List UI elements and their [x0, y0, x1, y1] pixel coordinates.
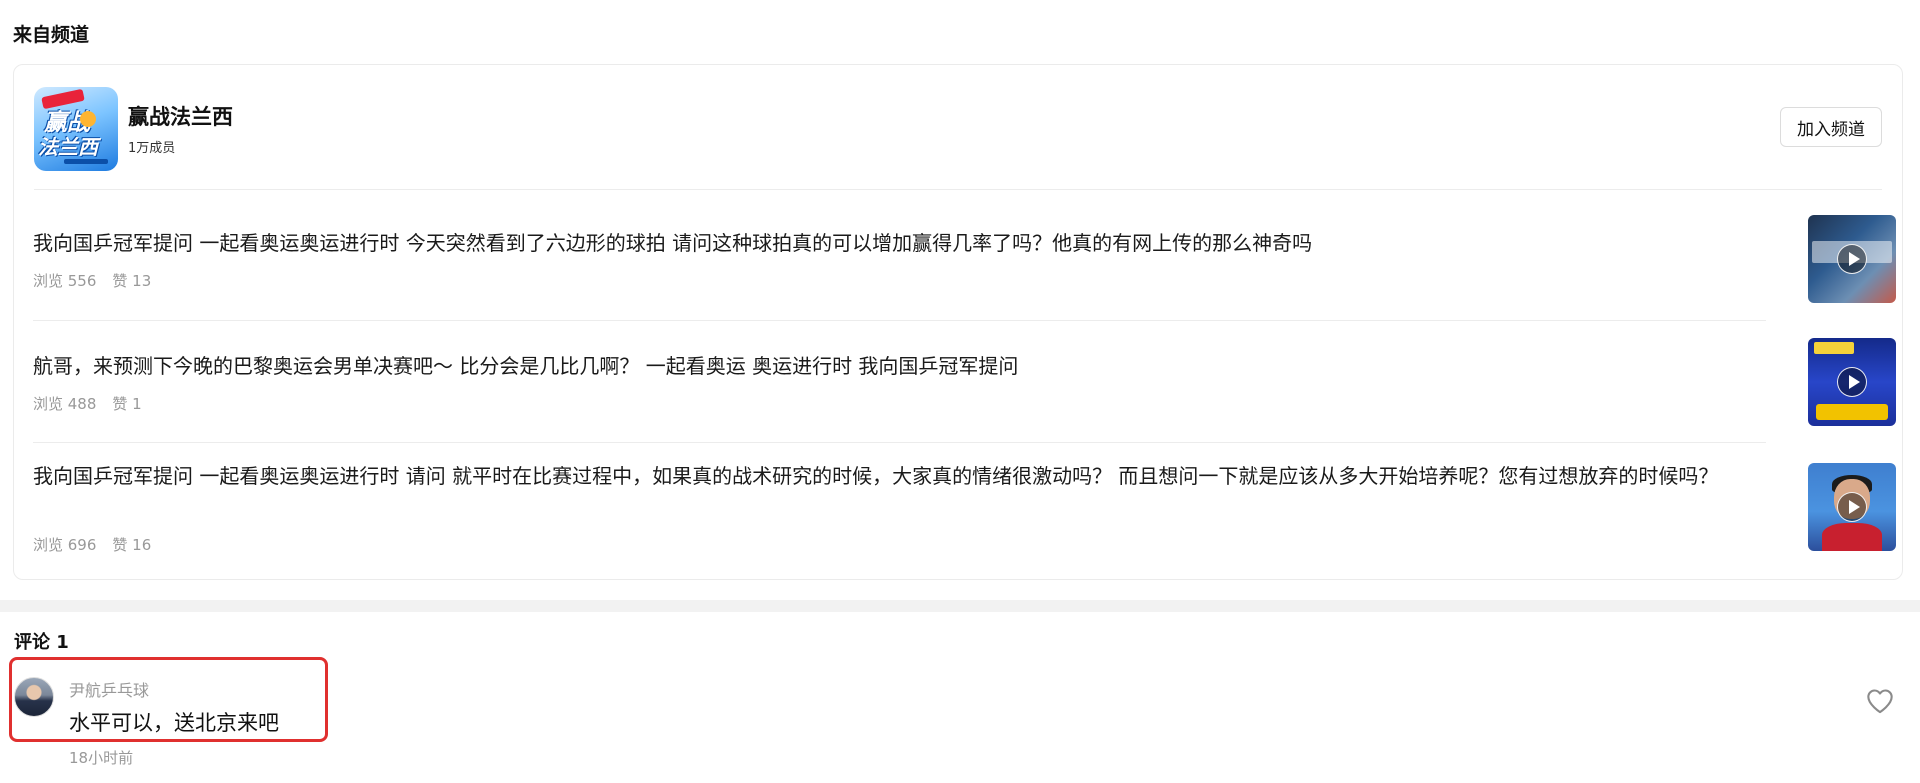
divider — [33, 442, 1766, 443]
avatar-text-2: 法兰西 — [38, 135, 98, 159]
channel-card: 赢战 法兰西 赢战法兰西 1万成员 加入频道 — [13, 64, 1903, 580]
thumbnail-caption — [1816, 404, 1888, 420]
comments-title: 评论 1 — [14, 632, 69, 653]
play-icon[interactable] — [1837, 244, 1867, 274]
post-stats: 浏览 696 赞 16 — [33, 534, 151, 555]
post-stats: 浏览 488 赞 1 — [33, 393, 142, 414]
post-stats: 浏览 556 赞 13 — [33, 270, 151, 291]
section-separator — [0, 600, 1920, 612]
heart-icon[interactable] — [1866, 688, 1894, 714]
divider — [33, 320, 1766, 321]
comment-text: 水平可以，送北京来吧 — [69, 711, 279, 735]
like-count: 赞 16 — [112, 536, 152, 554]
view-count: 浏览 488 — [33, 395, 97, 413]
like-count: 赞 13 — [112, 272, 152, 290]
view-count: 浏览 696 — [33, 536, 97, 554]
channel-member-count: 1万成员 — [128, 141, 176, 156]
ball-graphic — [80, 111, 96, 127]
commenter-avatar[interactable] — [14, 677, 54, 717]
channel-avatar[interactable]: 赢战 法兰西 — [34, 87, 118, 171]
section-title: 来自频道 — [13, 24, 90, 46]
post-title[interactable]: 航哥，来预测下今晚的巴黎奥运会男单决赛吧～ 比分会是几比几啊？ 一起看奥运 奥运… — [33, 351, 1766, 382]
divider — [34, 189, 1882, 190]
post-title[interactable]: 我向国乒冠军提问 一起看奥运奥运进行时 今天突然看到了六边形的球拍 请问这种球拍… — [33, 228, 1766, 259]
comment-time: 18小时前 — [69, 749, 134, 767]
join-channel-button[interactable]: 加入频道 — [1780, 107, 1882, 147]
play-icon[interactable] — [1837, 367, 1867, 397]
video-thumbnail[interactable] — [1808, 338, 1896, 426]
video-thumbnail[interactable] — [1808, 215, 1896, 303]
channel-header: 赢战 法兰西 赢战法兰西 1万成员 加入频道 — [34, 87, 1882, 187]
channel-name[interactable]: 赢战法兰西 — [128, 101, 233, 131]
commenter-name[interactable]: 尹航乒乓球 — [69, 677, 149, 701]
view-count: 浏览 556 — [33, 272, 97, 290]
like-count: 赞 1 — [112, 395, 142, 413]
post-title[interactable]: 我向国乒冠军提问 一起看奥运奥运进行时 请问 就平时在比赛过程中，如果真的战术研… — [33, 461, 1766, 492]
thumbnail-caption — [1814, 342, 1854, 354]
play-icon[interactable] — [1837, 492, 1867, 522]
video-thumbnail[interactable] — [1808, 463, 1896, 551]
avatar-bar — [64, 159, 108, 164]
thumbnail-person — [1822, 523, 1882, 551]
